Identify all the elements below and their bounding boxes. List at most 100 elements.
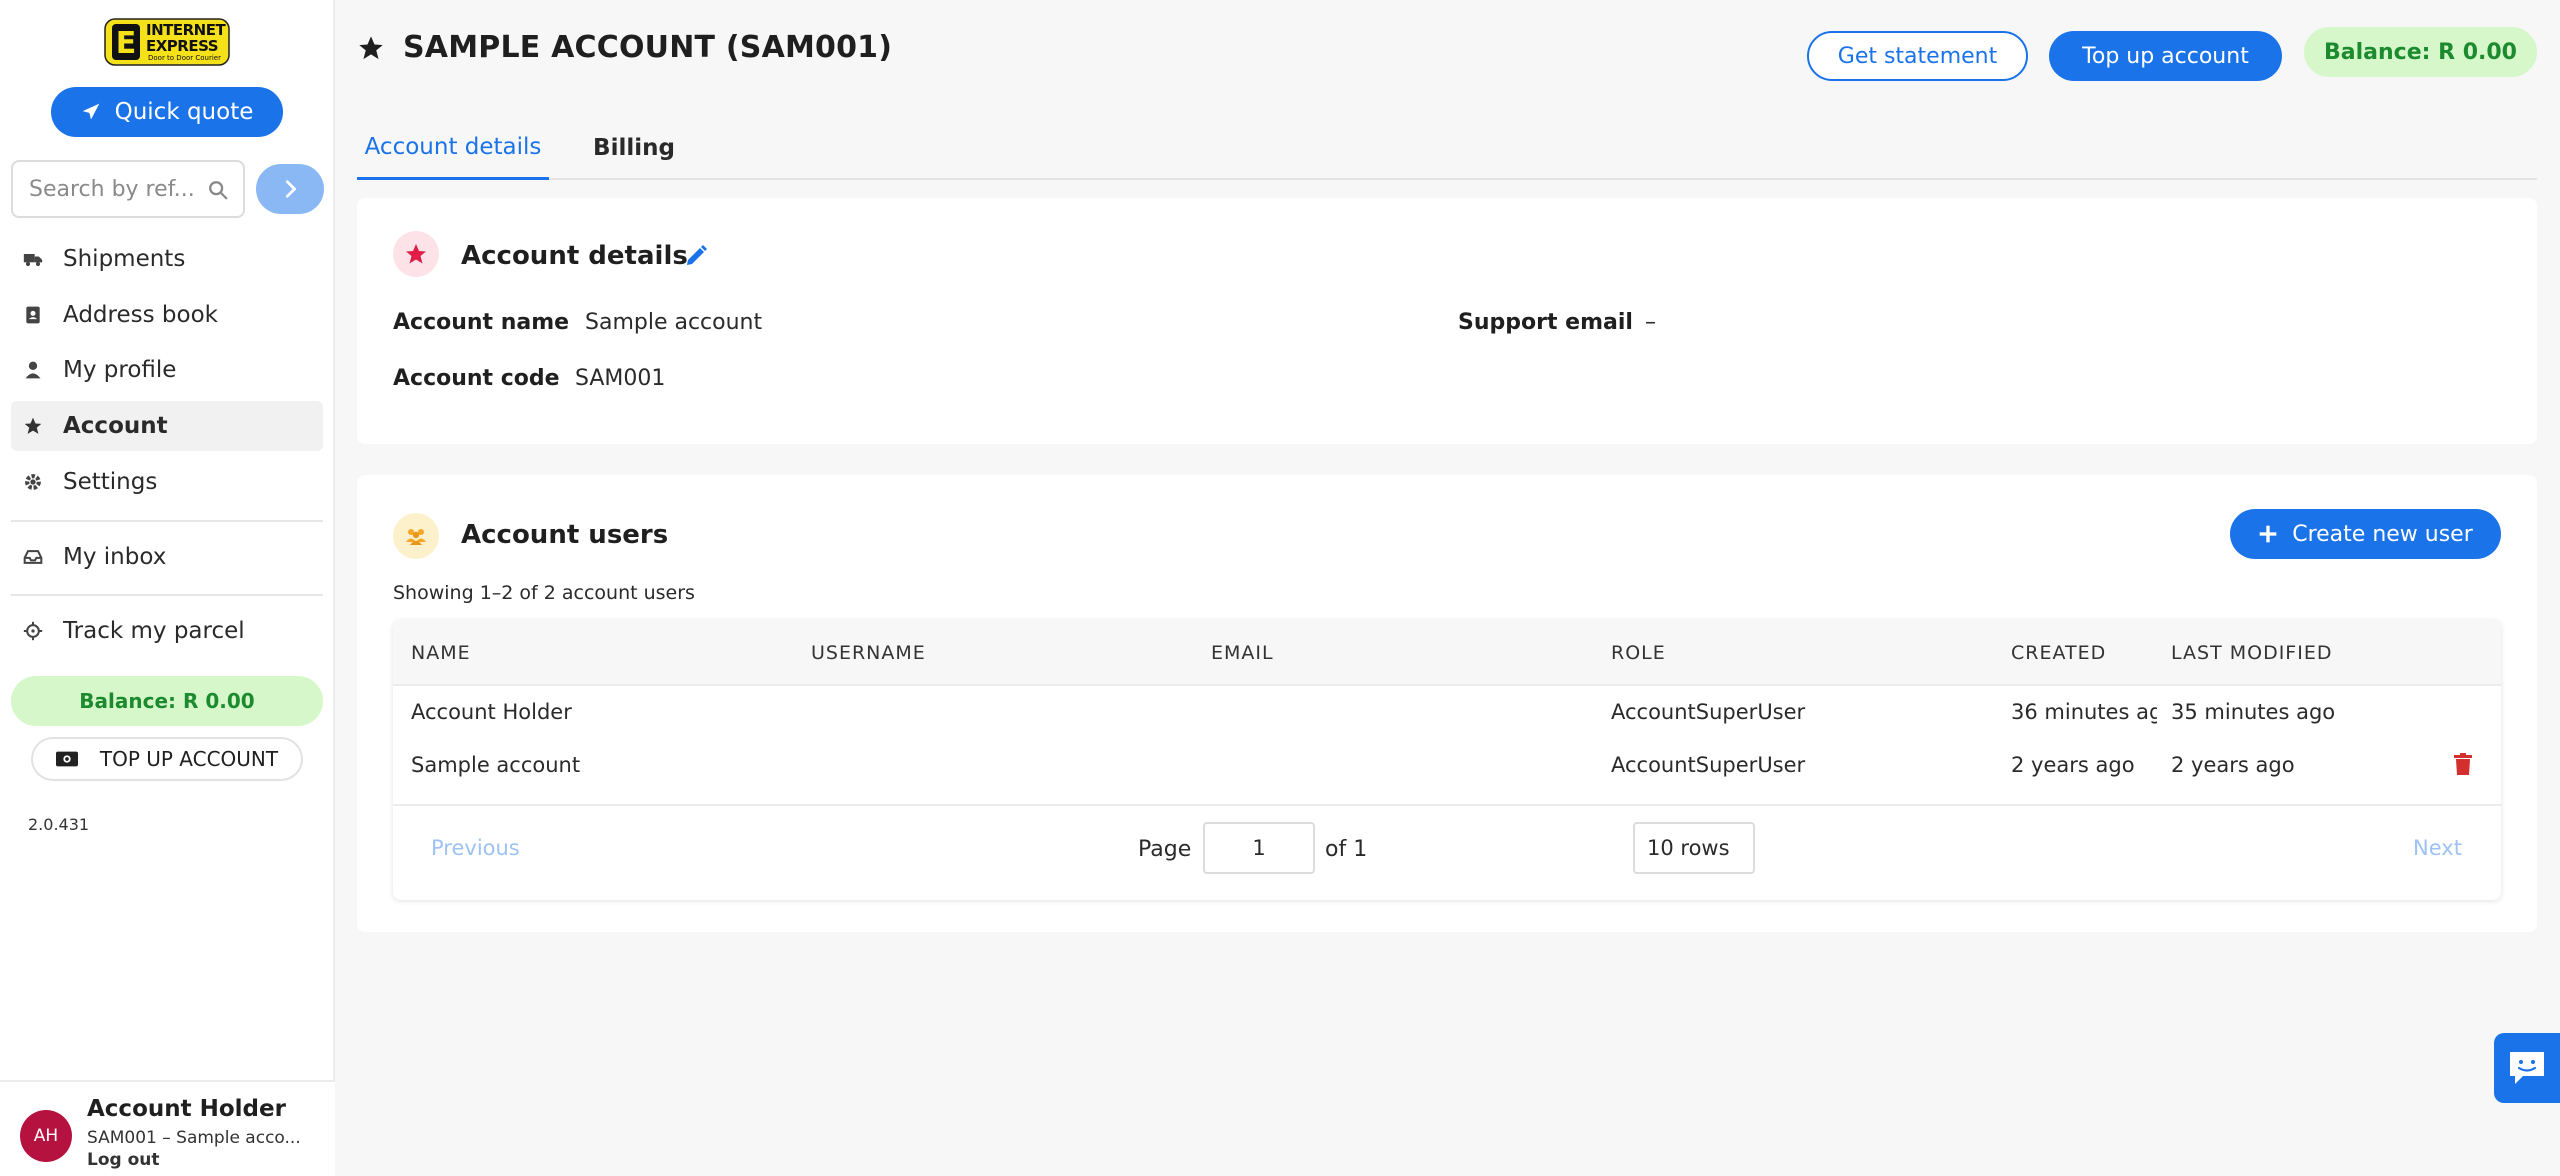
page-title: SAMPLE ACCOUNT (SAM001) [403,30,893,65]
chat-bubble-icon [2510,1052,2544,1084]
sidebar-item-label: Track my parcel [63,618,245,644]
tab-bar: Account details Billing [357,116,2537,180]
search-submit-button[interactable] [256,164,324,214]
create-new-user-label: Create new user [2292,521,2473,547]
cell-last-modified: 2 years ago [2171,753,2295,777]
logo-text: INTERNET EXPRESS Door to Door Courier [104,18,230,66]
sidebar-item-label: My inbox [63,544,167,570]
account-code-value: SAM001 [575,366,666,391]
user-footer: AH Account Holder SAM001 – Sample acco..… [0,1080,335,1176]
plus-icon [2259,525,2277,543]
cell-role: AccountSuperUser [1611,700,1806,724]
search-input[interactable] [29,176,199,202]
crosshair-icon [23,621,43,641]
sidebar-item-settings[interactable]: Settings [11,457,323,507]
nav-divider [11,594,323,596]
address-book-icon [26,306,40,324]
support-email-label: Support email [1458,310,1633,335]
pagination: Previous Page of 1 10 rows Next [393,804,2501,900]
sidebar-item-label: Address book [63,302,218,328]
star-icon [406,244,426,264]
cell-role: AccountSuperUser [1611,753,1806,777]
page-number-input[interactable] [1203,822,1315,874]
results-count: Showing 1–2 of 2 account users [393,582,695,604]
column-header-email[interactable]: EMAIL [1211,642,1274,664]
page-header: SAMPLE ACCOUNT (SAM001) [357,30,892,65]
account-name-label: Account name [393,310,570,335]
truck-icon [23,254,43,267]
tab-account-details[interactable]: Account details [357,116,549,180]
top-up-account-button[interactable]: Top up account [2049,31,2282,81]
sidebar-top-up-label: TOP UP ACCOUNT [99,747,279,771]
page-label: Page [1138,837,1192,862]
edit-pencil-icon[interactable] [684,244,708,268]
column-header-name[interactable]: NAME [411,642,471,664]
user-account: SAM001 – Sample acco... [87,1128,301,1148]
cell-name: Sample account [411,753,581,777]
user-icon [25,361,41,379]
cell-created: 36 minutes ago [2011,700,2157,724]
chat-widget-button[interactable] [2494,1033,2560,1103]
column-header-username[interactable]: USERNAME [811,642,926,664]
users-group-icon [406,529,426,545]
logout-link[interactable]: Log out [87,1150,160,1170]
sidebar-item-label: Account [63,413,168,439]
column-header-role[interactable]: ROLE [1611,642,1666,664]
chevron-right-icon [285,180,296,198]
cell-last-modified: 35 minutes ago [2171,700,2336,724]
logo-tagline: Door to Door Courier [148,54,221,62]
get-statement-button[interactable]: Get statement [1807,31,2028,81]
company-logo[interactable]: E INTERNET EXPRESS Door to Door Courier [104,18,230,66]
sidebar-item-my-profile[interactable]: My profile [11,345,323,395]
quick-quote-label: Quick quote [114,99,254,125]
table-header: NAME USERNAME EMAIL ROLE CREATED LAST MO… [393,620,2501,686]
column-header-created[interactable]: CREATED [2011,642,2106,664]
sidebar-item-shipments[interactable]: Shipments [11,234,323,284]
sidebar-item-account[interactable]: Account [11,401,323,451]
next-page-button[interactable]: Next [2413,836,2462,860]
sidebar-item-address-book[interactable]: Address book [11,290,323,340]
rows-per-page-select[interactable]: 10 rows [1633,822,1755,874]
page-total: of 1 [1325,837,1368,862]
column-header-last-modified[interactable]: LAST MODIFIED [2171,642,2332,664]
user-name: Account Holder [87,1096,286,1122]
sidebar-balance-badge: Balance: R 0.00 [11,676,323,726]
nav-divider [11,520,323,522]
create-new-user-button[interactable]: Create new user [2230,509,2501,559]
account-name-value: Sample account [585,310,763,335]
account-details-badge [393,231,439,277]
header-balance-badge: Balance: R 0.00 [2304,27,2537,77]
avatar[interactable]: AH [20,1110,72,1162]
account-users-badge [393,513,439,559]
account-code-label: Account code [393,366,560,391]
account-users-card: Account users Create new user Showing 1–… [357,475,2537,932]
support-email-value: – [1645,310,1656,335]
sidebar-top-up-button[interactable]: TOP UP ACCOUNT [31,737,303,781]
search-box [11,160,245,218]
sidebar-item-track-my-parcel[interactable]: Track my parcel [11,606,323,656]
sidebar: E INTERNET EXPRESS Door to Door Courier … [0,0,335,1176]
logo-line2: EXPRESS [146,37,219,55]
star-icon [359,35,383,59]
previous-page-button[interactable]: Previous [431,836,520,860]
star-icon [24,417,42,434]
sidebar-item-label: Shipments [63,246,186,272]
tab-billing[interactable]: Billing [575,116,693,180]
logo-line1: INTERNET [146,21,226,39]
cell-name: Account Holder [411,700,572,724]
paper-plane-icon [82,103,99,120]
gear-icon [25,474,41,490]
cell-created: 2 years ago [2011,753,2135,777]
account-details-title: Account details [461,241,688,271]
quick-quote-button[interactable]: Quick quote [51,87,283,137]
inbox-icon [23,550,43,564]
money-icon [55,751,78,767]
account-users-title: Account users [461,520,669,550]
sidebar-item-my-inbox[interactable]: My inbox [11,532,323,582]
search-icon[interactable] [207,179,229,201]
sidebar-item-label: My profile [63,357,177,383]
account-details-card: Account details Account name Sample acco… [357,198,2537,444]
trash-icon[interactable] [2453,753,2473,775]
users-table: NAME USERNAME EMAIL ROLE CREATED LAST MO… [393,620,2501,900]
app-version: 2.0.431 [28,815,90,834]
